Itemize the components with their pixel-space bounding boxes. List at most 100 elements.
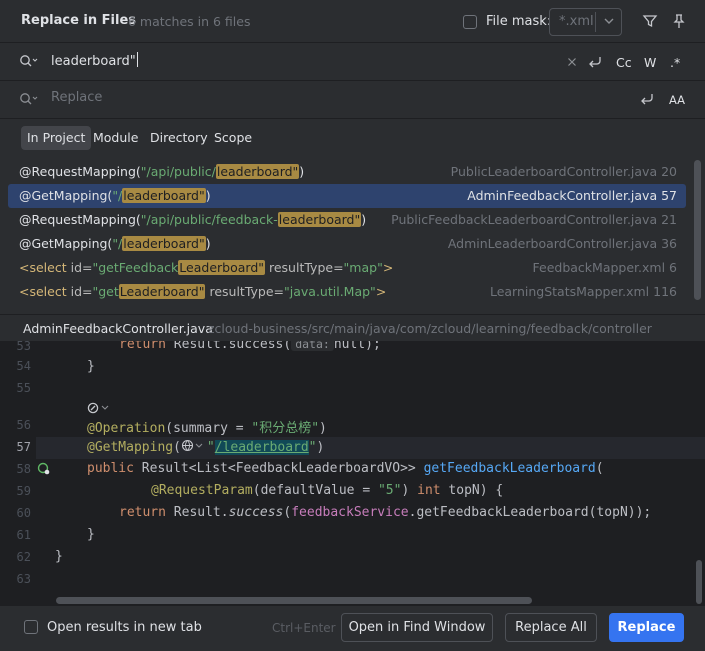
pin-icon[interactable]	[671, 13, 687, 29]
match-highlight: leaderboard"	[215, 164, 300, 179]
code-text: .getFeedbackLeaderboard(topN));	[408, 505, 652, 520]
code-text: (defaultValue =	[252, 483, 378, 498]
result-string: "java.util.Map"	[284, 284, 376, 299]
line-number-current: 57	[16, 440, 31, 454]
new-line-icon[interactable]	[639, 91, 655, 107]
match-case-toggle[interactable]: Cc	[616, 55, 632, 70]
replace-button[interactable]: Replace	[609, 613, 684, 642]
preview-file-name: AdminFeedbackController.java	[23, 321, 213, 336]
result-attr: id=	[66, 284, 93, 299]
result-line: 57	[661, 188, 677, 203]
divider	[595, 12, 596, 32]
result-code: @GetMapping(	[19, 236, 113, 251]
line-number: 58	[16, 462, 31, 476]
editor-vertical-scrollbar[interactable]	[696, 560, 702, 604]
result-tag: >	[382, 260, 394, 275]
code-annotation: @Operation	[87, 421, 166, 436]
result-file: FeedbackMapper.xml	[532, 260, 666, 275]
shortcut-hint: Ctrl+Enter	[272, 621, 336, 635]
open-new-tab-label[interactable]: Open results in new tab	[47, 620, 202, 635]
code-text: Result.	[165, 505, 229, 520]
line-number: 56	[16, 418, 31, 432]
result-file: AdminFeedbackController.java	[467, 188, 658, 203]
code-line-60: return Result.success(feedbackService.ge…	[119, 505, 651, 520]
result-code: )	[361, 212, 367, 227]
tab-in-project[interactable]: In Project	[21, 126, 92, 150]
result-line: 6	[669, 260, 677, 275]
result-line: 20	[661, 164, 677, 179]
match-highlight: leaderboard"	[122, 236, 206, 251]
result-row[interactable]: @RequestMapping("/api/public/feedback-le…	[8, 208, 686, 232]
endpoint-gutter-icon[interactable]	[37, 462, 51, 476]
result-row[interactable]: @RequestMapping("/api/public/leaderboard…	[8, 160, 686, 184]
code-keyword: public	[87, 461, 134, 476]
search-input[interactable]: leaderboard"	[51, 52, 138, 69]
text-caret	[136, 52, 138, 67]
open-in-find-window-button[interactable]: Open in Find Window	[341, 613, 493, 642]
code-text: Result.success(	[165, 341, 292, 352]
divider	[0, 42, 705, 43]
globe-icon[interactable]	[181, 439, 207, 452]
code-line-56: @Operation(summary = "积分总榜")	[87, 417, 327, 436]
result-row[interactable]: <select id="getLeaderboard" resultType="…	[8, 280, 686, 304]
file-mask-dropdown[interactable]: *.xml	[549, 8, 622, 36]
words-toggle[interactable]: W	[644, 55, 656, 70]
line-number: 63	[16, 572, 31, 586]
result-file: PublicLeaderboardController.java	[450, 164, 658, 179]
result-line: 116	[653, 284, 677, 299]
code-text: (	[595, 461, 604, 476]
result-code: @GetMapping(	[19, 188, 113, 203]
result-string: "/api/public/	[140, 164, 216, 179]
match-highlight: Leaderboard"	[118, 284, 206, 299]
new-line-icon[interactable]	[587, 54, 603, 70]
result-row[interactable]: @GetMapping("/leaderboard") AdminLeaderb…	[8, 232, 686, 256]
tab-module[interactable]: Module	[87, 126, 144, 150]
file-mask-checkbox[interactable]	[463, 15, 477, 29]
match-highlight: leaderboard"	[277, 212, 362, 227]
code-line-61: }	[87, 527, 95, 542]
preserve-case-toggle[interactable]: AA	[669, 93, 685, 107]
line-number: 62	[16, 550, 31, 564]
code-text: (summary =	[165, 421, 252, 436]
code-preview[interactable]: 53 54 55 56 57 58 59 60 61 62 63 return …	[0, 341, 705, 605]
regex-toggle[interactable]: .*	[670, 55, 680, 70]
tab-scope[interactable]: Scope	[208, 126, 258, 150]
code-string: "积分总榜"	[251, 421, 320, 436]
code-string: "	[308, 440, 317, 455]
result-string: "/	[112, 236, 123, 251]
code-line-62: }	[55, 549, 63, 564]
code-keyword: return	[119, 341, 166, 352]
result-code: )	[299, 164, 305, 179]
line-number: 60	[16, 506, 31, 520]
code-static-method: success	[228, 505, 284, 520]
dialog-title: Replace in Files	[21, 13, 136, 28]
results-scrollbar[interactable]	[694, 160, 701, 300]
code-string: "5"	[377, 483, 402, 498]
filter-icon[interactable]	[642, 13, 658, 29]
replace-input[interactable]: Replace	[51, 90, 102, 105]
code-field: feedbackService	[291, 505, 409, 520]
result-row[interactable]: <select id="getFeedbackLeaderboard" resu…	[8, 256, 686, 280]
replace-all-button[interactable]: Replace All	[505, 613, 597, 642]
code-text: )	[316, 440, 325, 455]
result-code: @RequestMapping(	[19, 164, 141, 179]
results-list: @RequestMapping("/api/public/leaderboard…	[0, 160, 705, 304]
search-history-icon[interactable]	[19, 54, 39, 68]
result-row-selected[interactable]: @GetMapping("/leaderboard") AdminFeedbac…	[8, 184, 686, 208]
clear-icon[interactable]	[567, 57, 577, 67]
open-new-tab-checkbox[interactable]	[24, 620, 38, 634]
replace-history-icon[interactable]	[19, 92, 39, 106]
code-line-53: return Result.success(data: null);	[87, 341, 381, 352]
chevron-down-icon	[604, 18, 614, 24]
tab-directory[interactable]: Directory	[144, 126, 214, 150]
ai-assist-icon[interactable]	[87, 401, 111, 415]
editor-horizontal-scrollbar[interactable]	[56, 597, 532, 604]
code-text: null);	[333, 341, 381, 352]
result-tag: <select	[19, 260, 67, 275]
code-match-highlight: /leaderboard	[214, 440, 309, 455]
code-function: getFeedbackLeaderboard	[423, 461, 596, 476]
line-gutter: 53 54 55 56 57 58 59 60 61 62 63	[0, 341, 36, 605]
result-tag: <select	[19, 284, 67, 299]
parameter-hint: data:	[291, 341, 334, 351]
preview-path-bar: AdminFeedbackController.java zcloud-busi…	[0, 314, 705, 342]
